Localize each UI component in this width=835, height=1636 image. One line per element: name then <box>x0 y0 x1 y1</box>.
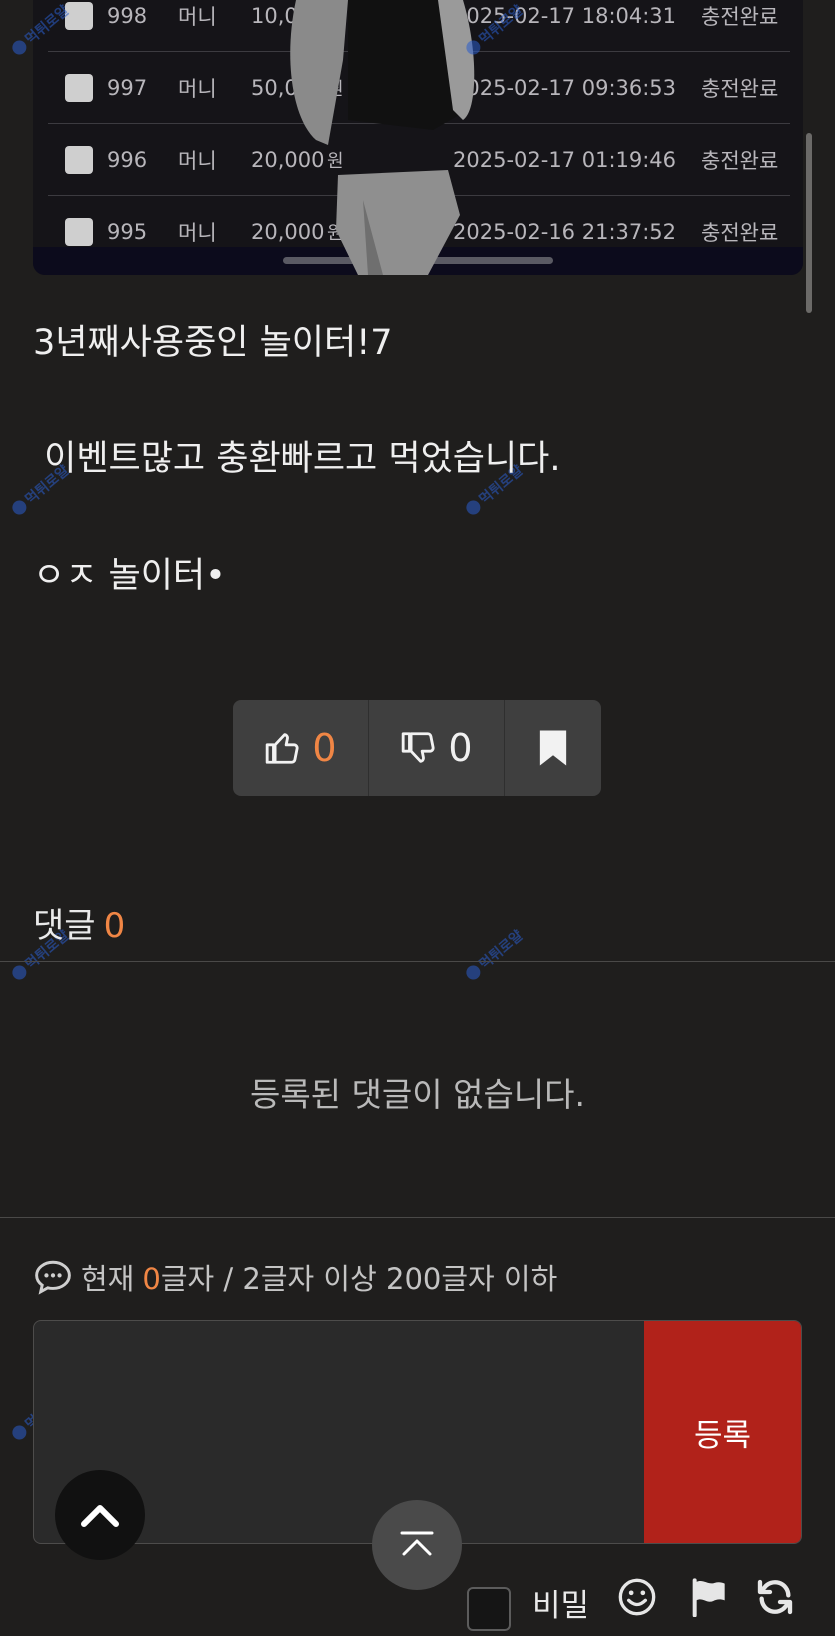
row-checkbox <box>65 218 93 246</box>
post-text-line: ㅇㅈ 놀이터• <box>33 556 226 596</box>
row-type: 머니 <box>178 4 217 29</box>
row-amount: 20,000 <box>251 220 325 244</box>
row-status: 충전완료 <box>701 76 779 101</box>
row-checkbox <box>65 73 93 102</box>
comments-header: 댓글 0 <box>33 898 125 947</box>
post-text-line: 3년째사용중인 놀이터!7 <box>33 323 393 363</box>
like-count: 0 <box>312 726 337 770</box>
row-unit: 원 <box>327 78 344 100</box>
secret-label: 비밀 <box>532 1588 590 1624</box>
row-unit: 원 <box>327 150 344 172</box>
thumbs-up-icon <box>266 733 299 764</box>
row-type: 머니 <box>178 221 217 245</box>
comments-label: 댓글 <box>33 906 96 946</box>
row-status: 충전완료 <box>701 148 779 173</box>
post-text-line: 이벤트많고 충환빠르고 먹었습니다. <box>33 439 561 479</box>
row-unit: 원 <box>327 6 344 28</box>
row-amount: 50,0 <box>251 75 298 100</box>
dislike-count: 0 <box>448 726 473 770</box>
chat-bubble-icon <box>35 1260 71 1295</box>
row-type: 머니 <box>178 76 217 101</box>
row-number: 995 <box>107 220 148 244</box>
secret-checkbox[interactable] <box>467 1587 511 1631</box>
row-unit: 원 <box>327 223 344 244</box>
comments-count: 0 <box>103 906 126 946</box>
flag-icon[interactable] <box>688 1577 728 1617</box>
submit-comment-button[interactable]: 등록 <box>644 1321 801 1543</box>
watermark-logo: 먹튀로얄 <box>462 925 527 984</box>
row-number: 998 <box>107 3 148 28</box>
chevron-up-icon <box>81 1505 119 1527</box>
scroll-to-top-icon <box>400 1531 434 1556</box>
empty-comments-message: 등록된 댓글이 없습니다. <box>249 1075 586 1114</box>
embedded-screenshot: 998 머니 10,000 원 2025-02-17 18:04:31 충전완료… <box>33 0 803 275</box>
row-type: 머니 <box>178 148 217 173</box>
table-row: 997 머니 50,0 원 2025-02-17 09:36:53 충전완료 <box>48 52 790 124</box>
row-number: 997 <box>107 75 148 100</box>
table-row: 998 머니 10,000 원 2025-02-17 18:04:31 충전완료 <box>48 0 790 52</box>
row-status: 충전완료 <box>701 221 779 245</box>
row-number: 996 <box>107 147 148 172</box>
counter-prefix: 현재 <box>81 1262 135 1296</box>
row-amount: 10,000 <box>251 3 325 28</box>
bookmark-icon <box>539 730 567 766</box>
row-date: 2025-02-17 01:19:46 <box>453 147 677 172</box>
scroll-up-button[interactable] <box>55 1470 145 1560</box>
refresh-icon[interactable] <box>755 1577 795 1617</box>
vote-box: 0 0 <box>233 700 601 796</box>
character-counter: 현재 0글자 / 2글자 이상 200글자 이하 <box>33 1256 557 1298</box>
row-checkbox <box>65 145 93 174</box>
table-row: 996 머니 20,000 원 2025-02-17 01:19:46 충전완료 <box>48 124 790 196</box>
page-scrollbar[interactable] <box>806 133 812 313</box>
divider <box>0 1217 835 1218</box>
emoji-icon[interactable] <box>617 1577 657 1617</box>
scroll-to-top-button[interactable] <box>372 1500 462 1590</box>
row-amount: 20,000 <box>251 147 325 172</box>
counter-current: 0 <box>142 1262 161 1296</box>
like-button[interactable]: 0 <box>233 700 369 796</box>
bookmark-button[interactable] <box>505 700 601 796</box>
horizontal-scrollbar <box>283 257 553 264</box>
row-date: 2025-02-17 09:36:53 <box>453 75 677 100</box>
row-status: 충전완료 <box>701 4 779 29</box>
counter-suffix: 글자 / 2글자 이상 200글자 이하 <box>160 1262 558 1296</box>
divider <box>0 961 835 962</box>
row-date: 2025-02-16 21:37:52 <box>453 220 677 244</box>
dislike-button[interactable]: 0 <box>369 700 505 796</box>
thumbs-down-icon <box>402 732 435 763</box>
